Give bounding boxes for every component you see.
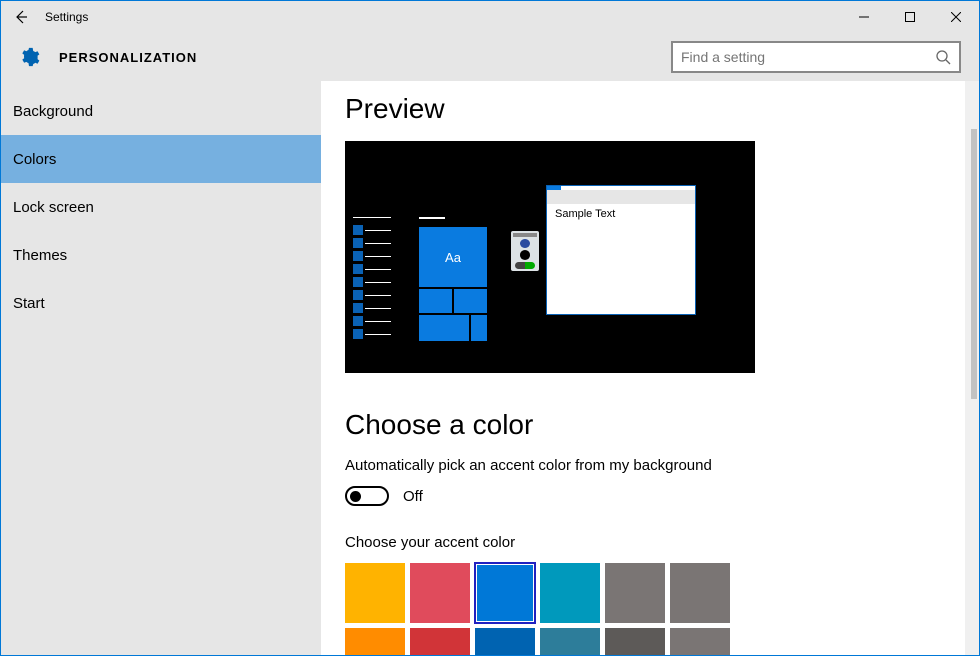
maximize-button[interactable] — [887, 1, 933, 33]
sidebar-item-lock-screen[interactable]: Lock screen — [1, 183, 321, 231]
accent-swatch[interactable] — [475, 563, 535, 623]
accent-swatch[interactable] — [670, 563, 730, 623]
sidebar-item-background[interactable]: Background — [1, 87, 321, 135]
auto-pick-state: Off — [403, 488, 423, 505]
accent-swatch[interactable] — [670, 628, 730, 655]
toggle-knob — [350, 491, 361, 502]
scrollbar[interactable] — [965, 81, 979, 655]
accent-swatch[interactable] — [410, 628, 470, 655]
header: PERSONALIZATION — [1, 33, 979, 81]
preview-start-list — [353, 217, 391, 339]
auto-pick-toggle[interactable] — [345, 486, 389, 506]
preview-sample-window: Sample Text — [546, 185, 696, 315]
sidebar-item-label: Start — [13, 295, 45, 312]
sidebar: Background Colors Lock screen Themes Start — [1, 81, 321, 655]
gear-icon — [18, 46, 40, 68]
choose-accent-label: Choose your accent color — [345, 534, 941, 551]
content-area: Preview — [321, 81, 965, 655]
sidebar-item-start[interactable]: Start — [1, 279, 321, 327]
accent-swatch[interactable] — [410, 563, 470, 623]
search-box[interactable] — [671, 41, 961, 73]
sidebar-item-label: Background — [13, 103, 93, 120]
back-button[interactable] — [1, 1, 41, 33]
sidebar-item-themes[interactable]: Themes — [1, 231, 321, 279]
sidebar-item-label: Themes — [13, 247, 67, 264]
minimize-button[interactable] — [841, 1, 887, 33]
auto-pick-label: Automatically pick an accent color from … — [345, 457, 941, 474]
sidebar-item-colors[interactable]: Colors — [1, 135, 321, 183]
maximize-icon — [905, 12, 915, 22]
breadcrumb: PERSONALIZATION — [59, 50, 197, 65]
titlebar: Settings — [1, 1, 979, 33]
accent-swatch-grid — [345, 563, 745, 655]
preview-tile-large: Aa — [419, 227, 487, 287]
accent-swatch[interactable] — [605, 628, 665, 655]
arrow-left-icon — [13, 9, 29, 25]
preview-start-tiles: Aa — [419, 217, 499, 341]
sidebar-item-label: Colors — [13, 151, 56, 168]
preview-heading: Preview — [345, 93, 941, 125]
preview-sample-text: Sample Text — [547, 204, 695, 224]
settings-home-button[interactable] — [17, 45, 41, 69]
choose-color-heading: Choose a color — [345, 409, 941, 441]
accent-swatch[interactable] — [345, 628, 405, 655]
minimize-icon — [859, 12, 869, 22]
window-title: Settings — [41, 10, 88, 24]
scrollbar-thumb[interactable] — [971, 129, 977, 399]
accent-swatch[interactable] — [605, 563, 665, 623]
sidebar-item-label: Lock screen — [13, 199, 94, 216]
accent-swatch[interactable] — [540, 628, 600, 655]
close-button[interactable] — [933, 1, 979, 33]
preview-pane: Aa Sample Text — [345, 141, 755, 373]
close-icon — [951, 12, 961, 22]
preview-taskbar-thumbnail — [511, 231, 539, 271]
accent-swatch[interactable] — [345, 563, 405, 623]
accent-swatch[interactable] — [475, 628, 535, 655]
search-input[interactable] — [681, 49, 935, 65]
accent-swatch[interactable] — [540, 563, 600, 623]
search-icon — [935, 49, 951, 65]
